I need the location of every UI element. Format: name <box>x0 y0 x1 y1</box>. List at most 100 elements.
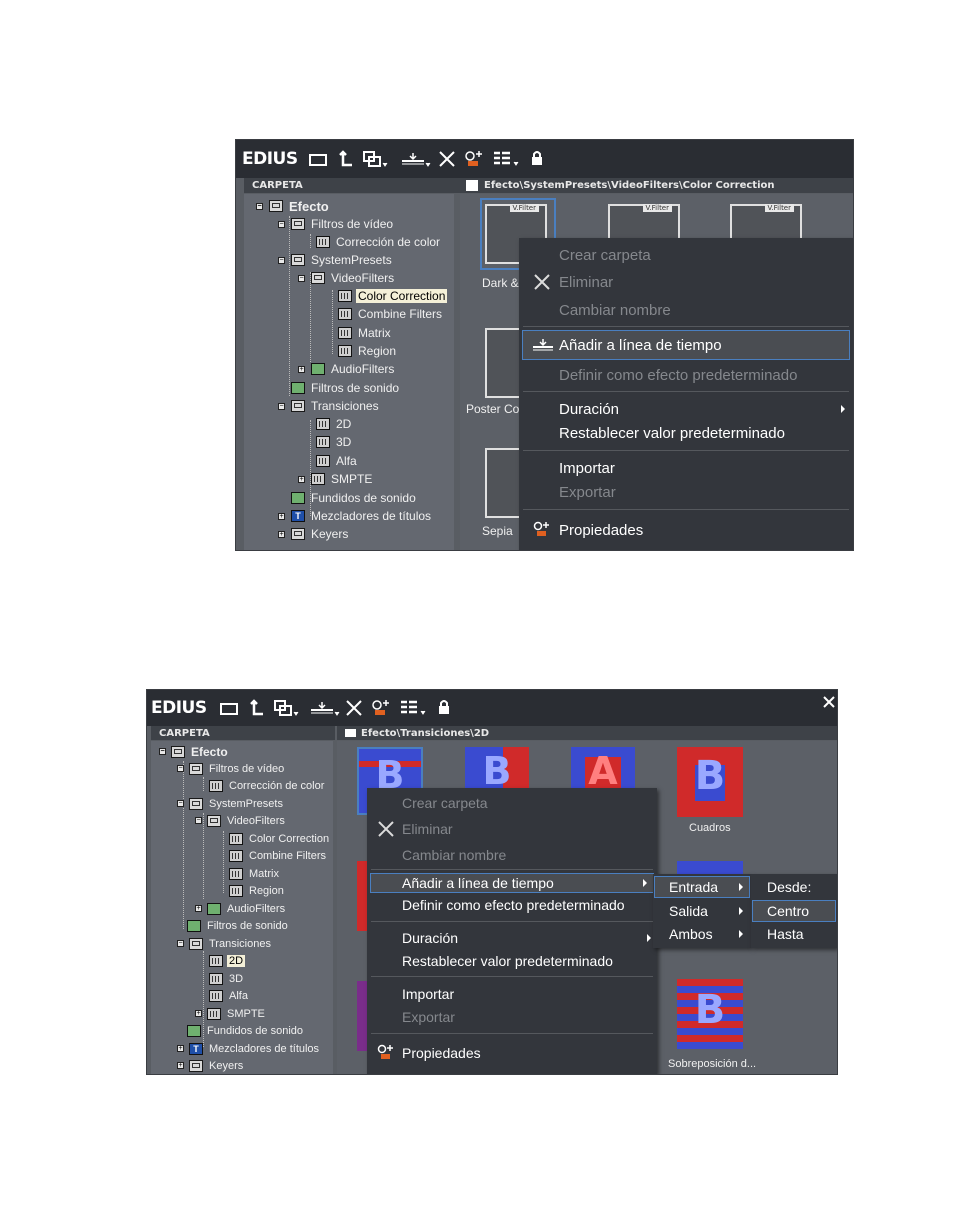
collapse-icon[interactable]: − <box>278 256 285 264</box>
tree-node-3d[interactable]: 3D <box>316 434 353 450</box>
new-folder-icon[interactable] <box>219 700 239 716</box>
menu-item-centro[interactable]: Centro <box>752 900 836 922</box>
expand-icon[interactable]: + <box>177 1062 184 1069</box>
tree-node-region[interactable]: Region <box>338 343 398 359</box>
transition-thumb-cuadros[interactable]: B <box>677 747 743 817</box>
lock-icon[interactable] <box>437 699 451 717</box>
tree-node-color-correction[interactable]: Color Correction <box>229 831 331 846</box>
tree-node-mezcladores-titulos[interactable]: + T Mezcladores de títulos <box>177 1041 321 1056</box>
menu-item-exportar[interactable]: Exportar <box>519 481 853 503</box>
expand-icon[interactable]: + <box>177 1045 184 1052</box>
expand-icon[interactable]: + <box>195 1010 202 1017</box>
menu-item-importar[interactable]: Importar <box>519 457 853 479</box>
tree-node-alfa[interactable]: Alfa <box>316 453 359 469</box>
tree-node-combine-filters[interactable]: Combine Filters <box>338 306 444 322</box>
tree-node-filtros-sonido[interactable]: Filtros de sonido <box>291 380 401 396</box>
menu-item-restablecer[interactable]: Restablecer valor predeterminado <box>367 951 657 971</box>
transition-thumb-sobreposicion[interactable]: B <box>677 979 743 1049</box>
collapse-icon[interactable]: − <box>177 800 184 807</box>
delete-icon[interactable] <box>345 699 363 717</box>
tree-node-3d[interactable]: 3D <box>209 971 245 986</box>
tree-node-filtros-sonido[interactable]: Filtros de sonido <box>187 918 290 933</box>
up-folder-icon[interactable] <box>249 699 265 717</box>
menu-item-propiedades[interactable]: Propiedades <box>519 519 853 541</box>
tree-node-alfa[interactable]: Alfa <box>209 988 250 1003</box>
tree-node-systempresets[interactable]: − SystemPresets <box>177 796 285 811</box>
menu-item-eliminar[interactable]: Eliminar <box>367 818 657 840</box>
menu-item-restablecer[interactable]: Restablecer valor predeterminado <box>519 422 853 444</box>
tree-node-mezcladores-titulos[interactable]: + T Mezcladores de títulos <box>278 508 433 524</box>
menu-item-propiedades[interactable]: Propiedades <box>367 1043 657 1063</box>
tree-node-filtros-video[interactable]: − Filtros de vídeo <box>278 216 395 232</box>
tree-node-2d[interactable]: 2D <box>316 416 353 432</box>
menu-item-salida[interactable]: Salida <box>653 901 751 921</box>
properties-icon[interactable] <box>371 699 391 717</box>
collapse-icon[interactable]: − <box>256 202 263 210</box>
tree-node-color-correction[interactable]: Color Correction <box>338 288 448 304</box>
view-mode-icon[interactable] <box>399 699 429 717</box>
copy-icon[interactable] <box>362 149 390 169</box>
menu-item-crear-carpeta[interactable]: Crear carpeta <box>367 793 657 813</box>
menu-item-exportar[interactable]: Exportar <box>367 1007 657 1027</box>
tree-node-fundidos-sonido[interactable]: Fundidos de sonido <box>291 490 418 506</box>
tree-node-fundidos-sonido[interactable]: Fundidos de sonido <box>187 1023 305 1038</box>
menu-item-definir-predeterminado[interactable]: Definir como efecto predeterminado <box>367 895 657 915</box>
tree-node-smpte[interactable]: + SMPTE <box>195 1006 267 1021</box>
menu-item-duracion[interactable]: Duración <box>519 398 853 420</box>
menu-item-definir-predeterminado[interactable]: Definir como efecto predeterminado <box>519 364 853 386</box>
collapse-icon[interactable]: − <box>159 748 166 755</box>
tree-node-2d[interactable]: 2D <box>209 953 246 968</box>
menu-item-anadir-linea-tiempo[interactable]: Añadir a línea de tiempo <box>522 330 850 360</box>
tree-node-audiofilters[interactable]: + AudioFilters <box>195 901 287 916</box>
tree-node-transiciones[interactable]: − Transiciones <box>177 936 273 951</box>
collapse-icon[interactable]: − <box>177 940 184 947</box>
tree-node-keyers[interactable]: + Keyers <box>278 526 350 542</box>
tree-node-correccion-color[interactable]: Corrección de color <box>209 778 326 793</box>
expand-icon[interactable]: + <box>278 530 285 538</box>
add-to-timeline-icon[interactable] <box>398 149 432 169</box>
tree-node-matrix[interactable]: Matrix <box>229 866 281 881</box>
lock-icon[interactable] <box>530 150 544 168</box>
tree-node-transiciones[interactable]: − Transiciones <box>278 398 381 414</box>
collapse-icon[interactable]: − <box>278 402 285 410</box>
properties-icon[interactable] <box>464 150 484 168</box>
menu-item-desde[interactable]: Desde: <box>751 877 837 897</box>
menu-item-hasta[interactable]: Hasta <box>751 924 837 944</box>
tree-node-keyers[interactable]: + Keyers <box>177 1058 245 1073</box>
tree-node-audiofilters[interactable]: + AudioFilters <box>298 361 396 377</box>
menu-item-crear-carpeta[interactable]: Crear carpeta <box>519 244 853 266</box>
new-folder-icon[interactable] <box>308 151 328 167</box>
menu-item-eliminar[interactable]: Eliminar <box>519 271 853 293</box>
collapse-icon[interactable]: − <box>278 220 285 228</box>
tree-node-matrix[interactable]: Matrix <box>338 325 393 341</box>
add-to-timeline-icon[interactable] <box>307 698 341 718</box>
menu-item-anadir-linea-tiempo[interactable]: Añadir a línea de tiempo <box>370 873 654 893</box>
menu-item-importar[interactable]: Importar <box>367 984 657 1004</box>
copy-icon[interactable] <box>273 698 301 718</box>
menu-item-entrada[interactable]: Entrada <box>654 876 750 898</box>
tree-node-videofilters[interactable]: − VideoFilters <box>298 270 396 286</box>
expand-icon[interactable]: + <box>298 475 305 483</box>
collapse-icon[interactable]: − <box>177 765 184 772</box>
tree-node-filtros-video[interactable]: − Filtros de vídeo <box>177 761 286 776</box>
menu-item-ambos[interactable]: Ambos <box>653 924 751 944</box>
tree-node-efecto[interactable]: − Efecto <box>256 198 331 214</box>
tree-node-smpte[interactable]: + SMPTE <box>298 471 374 487</box>
collapse-icon[interactable]: − <box>298 274 305 282</box>
tree-node-combine-filters[interactable]: Combine Filters <box>229 848 328 863</box>
menu-item-duracion[interactable]: Duración <box>367 928 657 948</box>
view-mode-icon[interactable] <box>492 150 522 168</box>
expand-icon[interactable]: + <box>278 512 285 520</box>
tree-node-videofilters[interactable]: − VideoFilters <box>195 813 287 828</box>
tree-node-efecto[interactable]: − Efecto <box>159 744 230 759</box>
collapse-icon[interactable]: − <box>195 817 202 824</box>
expand-icon[interactable]: + <box>195 905 202 912</box>
close-icon[interactable] <box>823 696 835 708</box>
delete-icon[interactable] <box>438 150 456 168</box>
tree-node-systempresets[interactable]: − SystemPresets <box>278 252 394 268</box>
menu-item-cambiar-nombre[interactable]: Cambiar nombre <box>519 299 853 321</box>
expand-icon[interactable]: + <box>298 365 305 373</box>
tree-node-region[interactable]: Region <box>229 883 286 898</box>
menu-item-cambiar-nombre[interactable]: Cambiar nombre <box>367 845 657 865</box>
tree-node-correccion-color[interactable]: Corrección de color <box>316 234 442 250</box>
